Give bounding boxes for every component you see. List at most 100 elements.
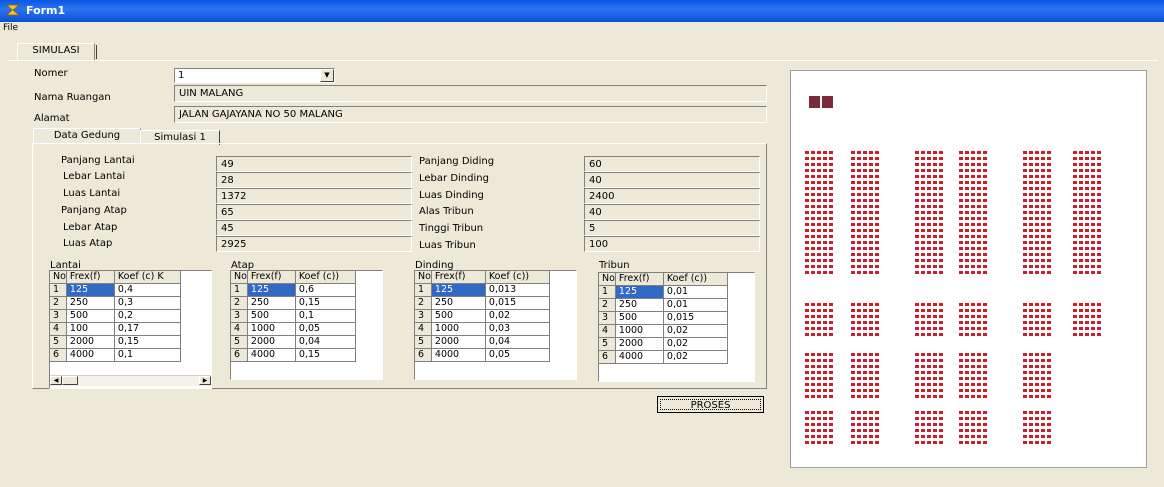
table-row[interactable]: 5 2000 0,04: [231, 335, 356, 349]
table-row[interactable]: 5 2000 0,04: [415, 335, 550, 349]
cell-frex[interactable]: 1000: [247, 322, 296, 336]
cell-koef[interactable]: 0,2: [114, 309, 181, 323]
tinggi-tribun-field[interactable]: 5: [584, 220, 760, 236]
table-row[interactable]: 6 4000 0,15: [231, 348, 356, 362]
cell-koef[interactable]: 0,15: [295, 296, 356, 310]
table-row[interactable]: 4 100 0,17: [50, 322, 181, 336]
cell-frex[interactable]: 125: [66, 283, 115, 297]
cell-frex[interactable]: 4000: [431, 348, 486, 362]
table-row[interactable]: 2 250 0,015: [415, 296, 550, 310]
luas-lantai-field[interactable]: 1372: [216, 188, 412, 204]
table-row[interactable]: 2 250 0,3: [50, 296, 181, 310]
cell-frex[interactable]: 250: [615, 298, 664, 312]
cell-koef[interactable]: 0,3: [114, 296, 181, 310]
seat-mark: [823, 327, 827, 330]
cell-frex[interactable]: 500: [247, 309, 296, 323]
lebar-lantai-field[interactable]: 28: [216, 172, 412, 188]
cell-frex[interactable]: 250: [431, 296, 486, 310]
cell-koef[interactable]: 0,04: [485, 335, 550, 349]
cell-frex[interactable]: 4000: [66, 348, 115, 362]
table-row[interactable]: 1 125 0,01: [599, 285, 728, 299]
dinding-grid[interactable]: No Frex(f) Koef (c)) 1 125 0,013 2 250 0,015…: [414, 270, 577, 380]
tab-simulasi[interactable]: SIMULASI: [17, 43, 95, 60]
table-row[interactable]: 3 500 0,2: [50, 309, 181, 323]
atap-grid[interactable]: No Frex(f) Koef (c)) 1 125 0,6 2 250 0,15 35…: [230, 270, 383, 380]
proses-button[interactable]: PROSES: [657, 396, 764, 413]
tribun-grid[interactable]: No Frex(f) Koef (c)) 1 125 0,01 2 250 0,01 3…: [598, 272, 755, 382]
table-row[interactable]: 4 1000 0,02: [599, 324, 728, 338]
table-row[interactable]: 1 125 0,6: [231, 283, 356, 297]
table-row[interactable]: 6 4000 0,02: [599, 350, 728, 364]
lebar-dinding-field[interactable]: 40: [584, 172, 760, 188]
nama-ruangan-field[interactable]: UIN MALANG: [174, 85, 767, 102]
cell-frex[interactable]: 500: [66, 309, 115, 323]
cell-koef[interactable]: 0,02: [663, 337, 728, 351]
lantai-hscrollbar[interactable]: ◀ ▶: [50, 375, 211, 386]
cell-frex[interactable]: 250: [247, 296, 296, 310]
cell-frex[interactable]: 500: [431, 309, 486, 323]
cell-frex[interactable]: 2000: [247, 335, 296, 349]
cell-koef[interactable]: 0,01: [663, 298, 728, 312]
table-row[interactable]: 3 500 0,1: [231, 309, 356, 323]
alas-tribun-field[interactable]: 40: [584, 204, 760, 220]
cell-frex[interactable]: 100: [66, 322, 115, 336]
cell-frex[interactable]: 1000: [431, 322, 486, 336]
cell-koef[interactable]: 0,013: [485, 283, 550, 297]
luas-tribun-field[interactable]: 100: [584, 236, 760, 252]
cell-koef[interactable]: 0,01: [663, 285, 728, 299]
cell-koef[interactable]: 0,05: [295, 322, 356, 336]
cell-frex[interactable]: 2000: [615, 337, 664, 351]
table-row[interactable]: 1 125 0,013: [415, 283, 550, 297]
scroll-left-icon[interactable]: ◀: [50, 376, 62, 385]
table-row[interactable]: 2 250 0,15: [231, 296, 356, 310]
table-row[interactable]: 5 2000 0,02: [599, 337, 728, 351]
cell-frex[interactable]: 2000: [66, 335, 115, 349]
chevron-down-icon[interactable]: ▼: [320, 69, 334, 82]
cell-koef[interactable]: 0,1: [114, 348, 181, 362]
cell-koef[interactable]: 0,15: [295, 348, 356, 362]
cell-koef[interactable]: 0,04: [295, 335, 356, 349]
alamat-field[interactable]: JALAN GAJAYANA NO 50 MALANG: [174, 106, 767, 123]
table-row[interactable]: 4 1000 0,03: [415, 322, 550, 336]
cell-koef[interactable]: 0,17: [114, 322, 181, 336]
scroll-thumb[interactable]: [62, 376, 78, 385]
cell-frex[interactable]: 2000: [431, 335, 486, 349]
table-row[interactable]: 3 500 0,015: [599, 311, 728, 325]
cell-frex[interactable]: 125: [431, 283, 486, 297]
menu-file[interactable]: File: [3, 23, 18, 33]
cell-koef[interactable]: 0,4: [114, 283, 181, 297]
table-row[interactable]: 3 500 0,02: [415, 309, 550, 323]
table-row[interactable]: 1 125 0,4: [50, 283, 181, 297]
scroll-right-icon[interactable]: ▶: [199, 376, 211, 385]
panjang-lantai-field[interactable]: 49: [216, 156, 412, 172]
cell-frex[interactable]: 125: [247, 283, 296, 297]
panjang-dinding-field[interactable]: 60: [584, 156, 760, 172]
cell-frex[interactable]: 500: [615, 311, 664, 325]
table-row[interactable]: 4 1000 0,05: [231, 322, 356, 336]
cell-koef[interactable]: 0,02: [485, 309, 550, 323]
luas-dinding-field[interactable]: 2400: [584, 188, 760, 204]
luas-atap-field[interactable]: 2925: [216, 236, 412, 252]
cell-koef[interactable]: 0,015: [663, 311, 728, 325]
cell-koef[interactable]: 0,02: [663, 324, 728, 338]
cell-frex[interactable]: 250: [66, 296, 115, 310]
lantai-grid[interactable]: No Frex(f) Koef (c) K 1 125 0,4 2 250 0,3 35…: [49, 270, 212, 389]
cell-koef[interactable]: 0,02: [663, 350, 728, 364]
cell-frex[interactable]: 4000: [247, 348, 296, 362]
cell-frex[interactable]: 1000: [615, 324, 664, 338]
table-row[interactable]: 2 250 0,01: [599, 298, 728, 312]
cell-koef[interactable]: 0,015: [485, 296, 550, 310]
cell-koef[interactable]: 0,03: [485, 322, 550, 336]
cell-frex[interactable]: 125: [615, 285, 664, 299]
cell-koef[interactable]: 0,15: [114, 335, 181, 349]
panjang-atap-field[interactable]: 65: [216, 204, 412, 220]
cell-koef[interactable]: 0,05: [485, 348, 550, 362]
cell-koef[interactable]: 0,6: [295, 283, 356, 297]
lebar-atap-field[interactable]: 45: [216, 220, 412, 236]
table-row[interactable]: 6 4000 0,1: [50, 348, 181, 362]
table-row[interactable]: 6 4000 0,05: [415, 348, 550, 362]
table-row[interactable]: 5 2000 0,15: [50, 335, 181, 349]
cell-koef[interactable]: 0,1: [295, 309, 356, 323]
nomer-combo[interactable]: 1 ▼: [174, 68, 335, 83]
cell-frex[interactable]: 4000: [615, 350, 664, 364]
